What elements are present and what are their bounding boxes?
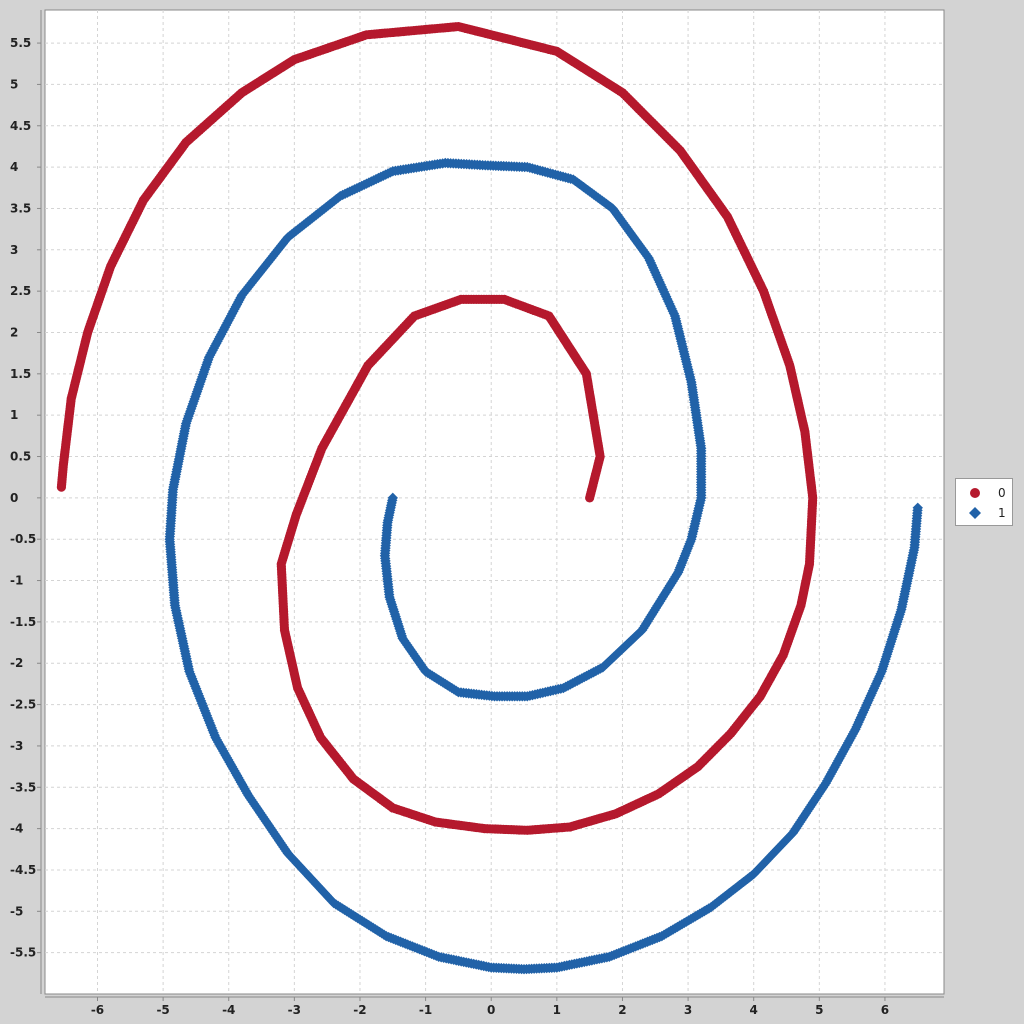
y-tick-label: -1.5: [10, 615, 36, 629]
legend: 0 1: [955, 478, 1013, 526]
legend-item-series-1[interactable]: 1: [956, 503, 1014, 523]
y-tick-label: -4: [10, 822, 23, 836]
y-tick-label: 1.5: [10, 367, 31, 381]
x-tick-label: -5: [156, 1003, 169, 1017]
circle-point: [56, 482, 67, 492]
y-tick-label: 0.5: [10, 450, 31, 464]
x-tick-label: -4: [222, 1003, 235, 1017]
y-tick-label: -2.5: [10, 698, 36, 712]
legend-item-series-0[interactable]: 0: [956, 483, 1014, 503]
x-tick-label: 2: [618, 1003, 626, 1017]
y-tick-label: 5: [10, 77, 18, 91]
x-tick-label: -3: [288, 1003, 301, 1017]
x-tick-label: -2: [353, 1003, 366, 1017]
x-tick-label: -1: [419, 1003, 432, 1017]
y-tick-label: 4.5: [10, 119, 31, 133]
y-tick-label: -0.5: [10, 532, 36, 546]
diamond-marker-icon: [969, 507, 981, 519]
circle-marker-icon: [970, 488, 980, 498]
y-tick-label: 5.5: [10, 36, 31, 50]
y-tick-label: 3.5: [10, 201, 31, 215]
y-tick-label: 0: [10, 491, 18, 505]
legend-label-series-1: 1: [998, 506, 1006, 520]
y-tick-label: 2: [10, 325, 18, 339]
y-tick-label: -1: [10, 574, 23, 588]
y-tick-label: -2: [10, 656, 23, 670]
scatter-chart: -6 -5 -4 -3 -2 -1 0 1 2 3 4 5 6 -5.5 -5 -4.5 -4 -3.5 -3 -2.…: [10, 9, 945, 1017]
x-tick-label: 6: [881, 1003, 889, 1017]
y-tick-label: -3: [10, 739, 23, 753]
y-tick-label: 2.5: [10, 284, 31, 298]
y-tick-label: -5: [10, 904, 23, 918]
x-tick-label: 0: [487, 1003, 495, 1017]
x-tick-label: 3: [684, 1003, 692, 1017]
x-tick-label: 5: [815, 1003, 823, 1017]
x-tick-label: -6: [91, 1003, 104, 1017]
y-tick-label: 4: [10, 160, 18, 174]
y-tick-label: -5.5: [10, 946, 36, 960]
y-tick-label: 3: [10, 243, 18, 257]
y-tick-label: 1: [10, 408, 18, 422]
y-tick-label: -4.5: [10, 863, 36, 877]
x-tick-label: 4: [750, 1003, 758, 1017]
x-tick-label: 1: [553, 1003, 561, 1017]
legend-label-series-0: 0: [998, 486, 1006, 500]
y-tick-label: -3.5: [10, 780, 36, 794]
